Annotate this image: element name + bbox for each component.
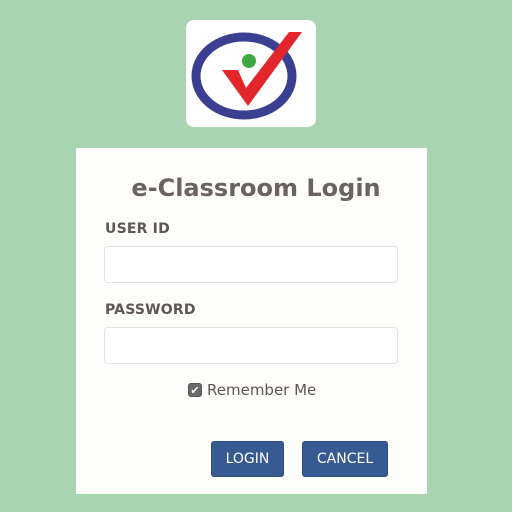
check-icon: ✔ [190, 383, 200, 397]
logo-container [186, 20, 316, 127]
password-label: PASSWORD [105, 302, 196, 318]
cancel-button[interactable]: CANCEL [302, 441, 388, 477]
page-title: e-Classroom Login [131, 174, 381, 202]
remember-me-checkbox[interactable]: ✔ [188, 383, 202, 397]
check-mark-logo-icon [191, 32, 302, 120]
remember-me-row[interactable]: ✔ Remember Me [188, 380, 316, 400]
remember-me-label: Remember Me [207, 381, 317, 399]
login-button[interactable]: LOGIN [211, 441, 284, 477]
password-input[interactable] [104, 327, 398, 364]
user-id-input[interactable] [104, 246, 398, 283]
user-id-label: USER ID [105, 221, 170, 237]
